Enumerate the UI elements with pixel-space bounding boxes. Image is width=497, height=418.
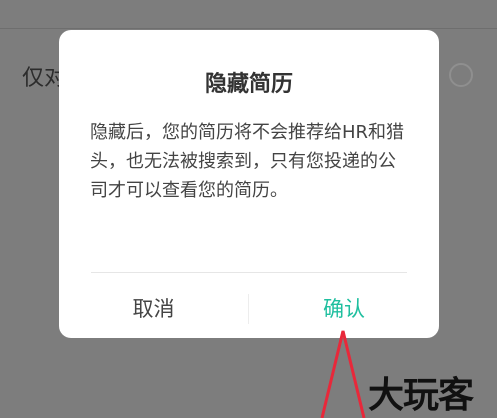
dialog-title: 隐藏简历 <box>204 72 293 97</box>
watermark: 大玩客 <box>368 374 474 416</box>
hide-resume-dialog: 隐藏简历 隐藏后，您的简历将不会推荐给HR和猎头，也无法被搜索到，只有您投递的公… <box>59 30 439 338</box>
dialog-divider <box>91 272 407 273</box>
confirm-button[interactable]: 确认 <box>249 292 439 326</box>
cancel-button[interactable]: 取消 <box>59 292 248 326</box>
radio-button[interactable] <box>449 63 473 87</box>
background-divider <box>0 28 497 29</box>
dialog-message: 隐藏后，您的简历将不会推荐给HR和猎头，也无法被搜索到，只有您投递的公司才可以查… <box>90 122 405 201</box>
